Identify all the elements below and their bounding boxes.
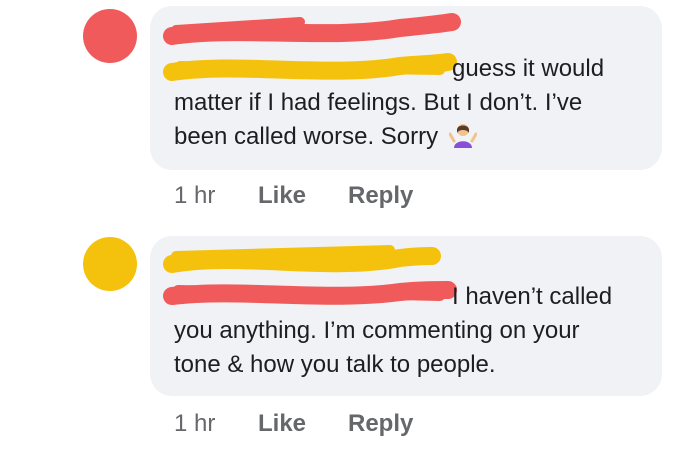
comment-text-line-with-emoji: been called worse. Sorry xyxy=(174,120,478,154)
comment-actions: 1 hr Like Reply xyxy=(0,410,700,444)
avatar[interactable] xyxy=(80,6,137,63)
like-button[interactable]: Like xyxy=(258,410,306,438)
like-button[interactable]: Like xyxy=(258,182,306,210)
comment-timestamp[interactable]: 1 hr xyxy=(174,410,215,438)
reply-button[interactable]: Reply xyxy=(348,182,413,210)
redacted-avatar xyxy=(83,9,137,63)
comment-timestamp[interactable]: 1 hr xyxy=(174,182,215,210)
comment-text-fragment: been called worse. Sorry xyxy=(174,123,439,150)
comment-text-line: guess it would xyxy=(452,55,605,82)
avatar[interactable] xyxy=(80,232,137,291)
reply-button[interactable]: Reply xyxy=(348,410,413,438)
person-shrugging-emoji-icon xyxy=(448,121,478,149)
comment-text-line: tone & how you talk to people. xyxy=(174,351,496,378)
comment-actions: 1 hr Like Reply xyxy=(0,182,700,216)
redacted-avatar xyxy=(83,237,137,291)
comment-text-line: I haven’t called xyxy=(452,283,613,310)
comment-text-line: matter if I had feelings. But I don’t. I… xyxy=(174,89,583,116)
comment-text-line: you anything. I’m commenting on your xyxy=(174,317,580,344)
